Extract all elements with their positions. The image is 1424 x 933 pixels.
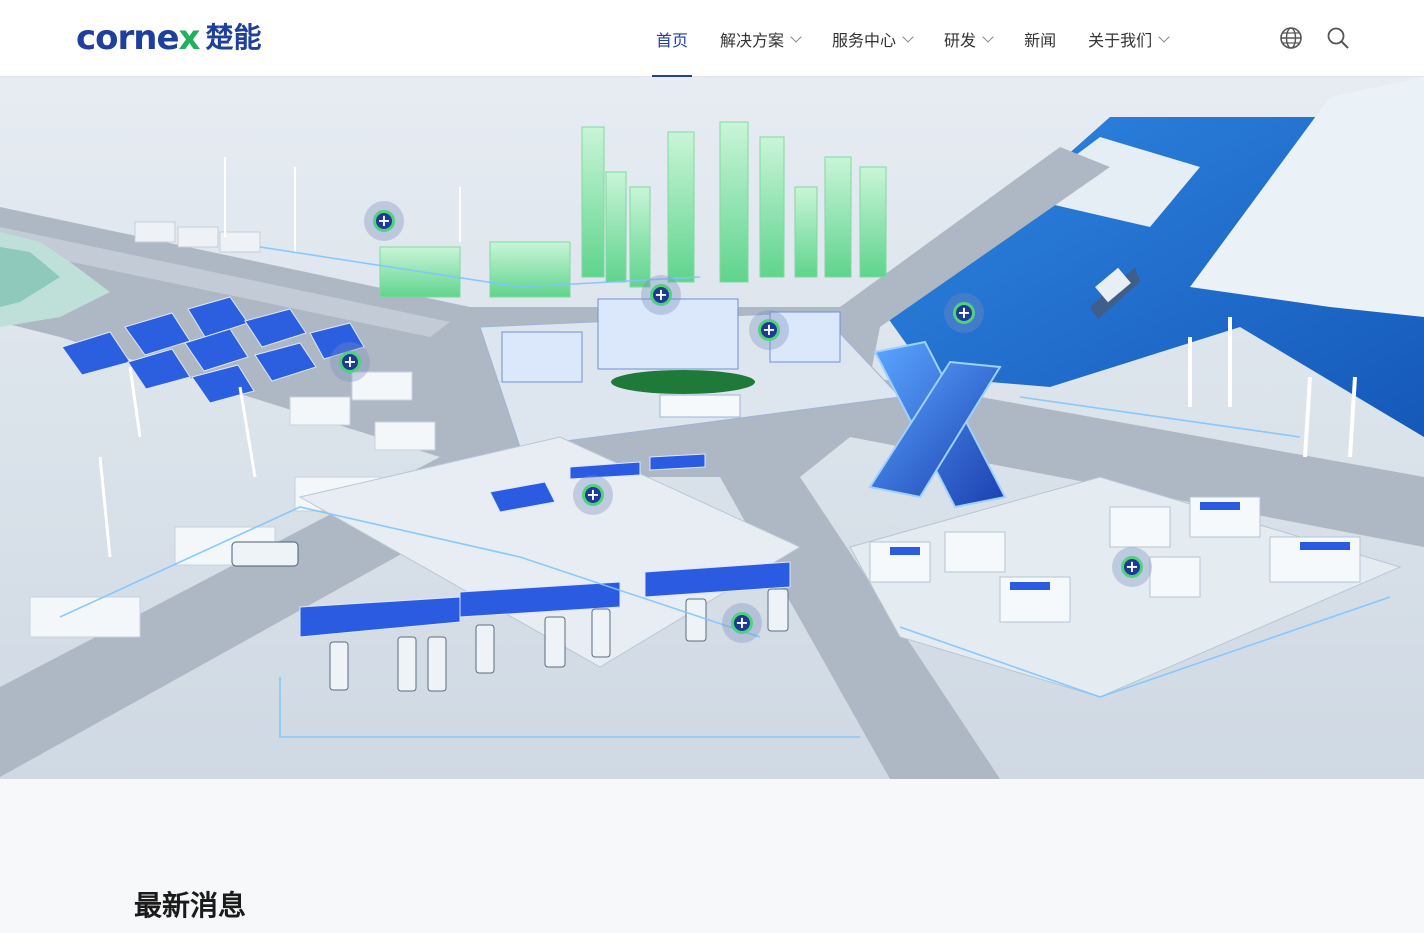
plus-icon: + [582,484,604,506]
chevron-down-icon [982,30,994,43]
plus-icon: + [1121,556,1143,578]
hotspot-bus-depot[interactable]: + [722,603,762,643]
nav-service-center[interactable]: 服务中心 [816,0,928,77]
cornex-logo[interactable]: cornex 楚能 [76,20,262,56]
main-nav: 首页 解决方案 服务中心 研发 新闻 关于我们 [640,0,1184,77]
hotspot-charging[interactable]: + [573,475,613,515]
hotspot-residential[interactable]: + [1112,547,1152,587]
news-section-title: 最新消息 [134,889,247,922]
hotspot-city[interactable]: + [641,275,681,315]
site-header: cornex 楚能 首页 解决方案 服务中心 研发 新闻 关于我们 [0,0,1424,77]
globe-icon [1280,27,1302,49]
plus-icon: + [758,319,780,341]
plus-icon: + [373,210,395,232]
plus-icon: + [650,284,672,306]
nav-news[interactable]: 新闻 [1008,0,1072,77]
plus-icon: + [339,351,361,373]
plus-icon: + [731,612,753,634]
hero-banner: + + + + + + + + [0,77,1424,779]
chevron-down-icon [902,30,914,43]
nav-home[interactable]: 首页 [640,0,704,77]
nav-about[interactable]: 关于我们 [1072,0,1184,77]
nav-solutions[interactable]: 解决方案 [704,0,816,77]
hotspot-solar-storage[interactable]: + [330,342,370,382]
hotspot-headquarters[interactable]: + [749,310,789,350]
chevron-down-icon [790,30,802,43]
logo-chinese: 楚能 [205,21,262,54]
nav-rnd[interactable]: 研发 [928,0,1008,77]
hotspot-harbor[interactable]: + [944,293,984,333]
search-button[interactable] [1326,26,1350,50]
language-button[interactable] [1279,26,1303,50]
logo-wordmark: cornex [76,18,200,58]
smart-energy-city-illustration [0,77,1424,779]
hotspot-substation[interactable]: + [364,201,404,241]
plus-icon: + [953,302,975,324]
chevron-down-icon [1158,30,1170,43]
search-icon [1327,27,1349,49]
